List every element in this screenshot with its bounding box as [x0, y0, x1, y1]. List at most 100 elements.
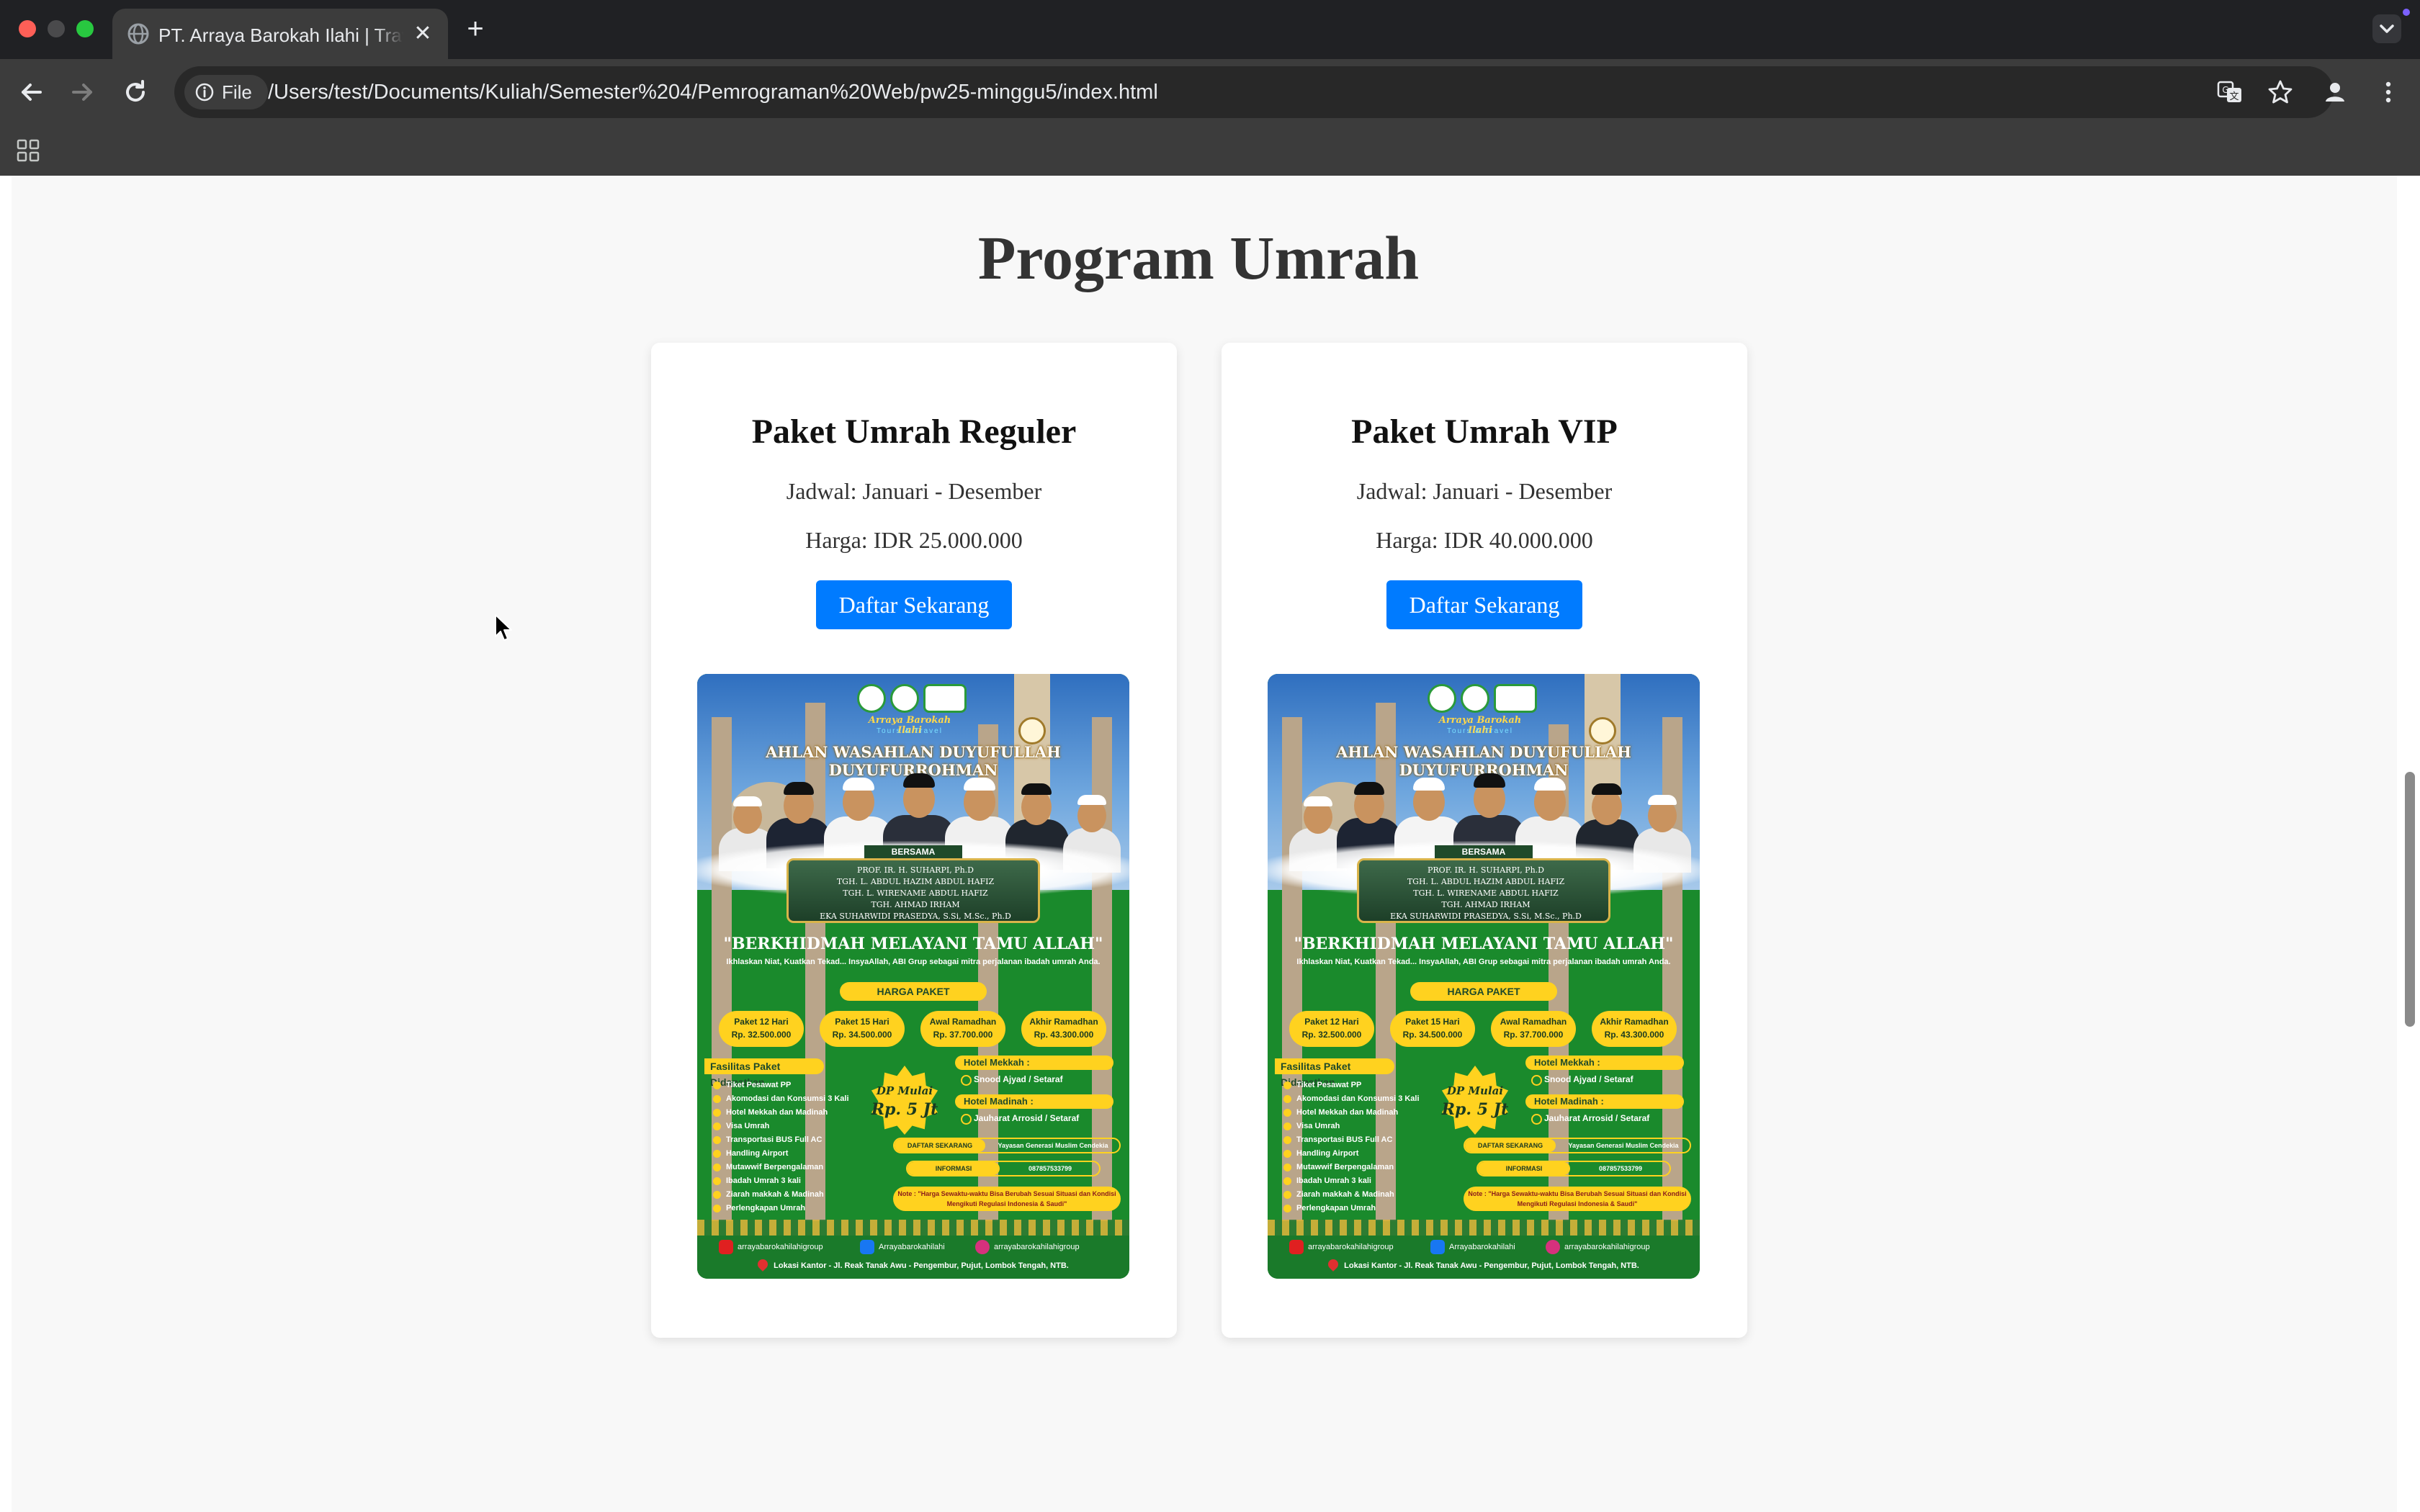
price-pill: Awal Ramadhan Rp. 37.700.000	[1491, 1011, 1576, 1047]
poster-price-heading: HARGA PAKET	[1410, 982, 1557, 1001]
poster-logos	[1428, 684, 1543, 713]
package-schedule: Jadwal: Januari - Desember	[786, 478, 1042, 504]
apps-grid-icon[interactable]	[16, 138, 40, 163]
forward-arrow-icon[interactable]	[65, 75, 99, 109]
package-title: Paket Umrah VIP	[1351, 413, 1618, 451]
poster-slogan-sub: Ikhlaskan Niat, Kuatkan Tekad... InsyaAl…	[1296, 958, 1671, 966]
instagram-icon	[975, 1240, 990, 1254]
poster-note: Note : "Harga Sewaktu-waktu Bisa Berubah…	[893, 1187, 1121, 1211]
url-text[interactable]: /Users/test/Documents/Kuliah/Semester%20…	[268, 78, 1158, 107]
facility-item: Tiket Pesawat PP	[1283, 1079, 1456, 1092]
price-pill-name: Akhir Ramadhan	[1029, 1017, 1098, 1027]
hotel-mekkah-heading: Hotel Mekkah :	[1525, 1056, 1684, 1070]
poster-name: TGH. L. WIRENAME ABDUL HAFIZ	[843, 888, 988, 898]
facility-item: Tiket Pesawat PP	[713, 1079, 886, 1092]
facility-item: Akomodasi dan Konsumsi 3 Kali	[1283, 1092, 1456, 1106]
kebab-menu-icon[interactable]	[2371, 75, 2406, 109]
section-title: Program Umrah	[977, 223, 1420, 292]
price-pill-name: Paket 12 Hari	[734, 1017, 789, 1027]
notification-dot	[2403, 9, 2410, 16]
umrah-poster-image: Arraya Barokah Ilahi Tours & Travel AHLA…	[697, 674, 1129, 1279]
register-value: Yayasan Generasi Muslim Cendekia	[1568, 1142, 1679, 1149]
facility-item: Visa Umrah	[713, 1120, 886, 1133]
poster-bersama: BERSAMA	[864, 845, 962, 858]
info-tag: INFORMASI	[1478, 1162, 1570, 1175]
logo-badge	[890, 684, 919, 713]
info-value: 087857533799	[1028, 1165, 1072, 1172]
poster-price-heading: HARGA PAKET	[840, 982, 987, 1001]
page-scrollbar[interactable]	[2400, 176, 2420, 1512]
poster-name: TGH. AHMAD IRHAM	[871, 900, 960, 909]
scrollbar-thumb[interactable]	[2405, 772, 2415, 1027]
social-youtube-handle: arrayabarokahilahigroup	[738, 1243, 823, 1251]
price-pill-value: Rp. 37.700.000	[933, 1030, 993, 1040]
dp-badge: DP Mulai Rp. 5 Jt	[1440, 1066, 1510, 1135]
profile-avatar-icon[interactable]	[2318, 75, 2352, 109]
reload-icon[interactable]	[118, 75, 153, 109]
hotel-madinah-value: Jauharat Arrosid / Setaraf	[961, 1113, 1119, 1125]
poster-brand-sub: Tours & Travel	[1447, 727, 1513, 735]
price-pill: Awal Ramadhan Rp. 37.700.000	[920, 1011, 1005, 1047]
back-arrow-icon[interactable]	[14, 75, 49, 109]
poster-register-row: DAFTAR SEKARANG Yayasan Generasi Muslim …	[893, 1138, 1121, 1153]
price-pill-value: Rp. 43.300.000	[1604, 1030, 1664, 1040]
poster-info-row: INFORMASI 087857533799	[1476, 1161, 1671, 1176]
tab-search-button[interactable]	[2372, 14, 2401, 43]
bookmarks-bar	[0, 125, 2420, 176]
package-price: Harga: IDR 25.000.000	[805, 527, 1023, 553]
price-pill: Paket 12 Hari Rp. 32.500.000	[719, 1011, 804, 1047]
window-maximize-button[interactable]	[76, 20, 94, 37]
poster-info-row: INFORMASI 087857533799	[906, 1161, 1101, 1176]
facility-item: Perlengkapan Umrah	[713, 1202, 886, 1215]
package-title: Paket Umrah Reguler	[751, 413, 1077, 451]
clock-face	[1589, 717, 1616, 744]
translate-icon[interactable]: 文 G	[2215, 78, 2244, 107]
bookmark-star-icon[interactable]	[2266, 78, 2295, 107]
social-youtube: arrayabarokahilahigroup	[719, 1240, 823, 1254]
poster-ornament	[697, 1220, 1129, 1236]
site-info-chip[interactable]: File	[184, 75, 268, 109]
window-minimize-button[interactable]	[48, 20, 65, 37]
facebook-icon	[860, 1240, 874, 1254]
price-pill-value: Rp. 34.500.000	[832, 1030, 892, 1040]
hotel-madinah-value: Jauharat Arrosid / Setaraf	[1531, 1113, 1690, 1125]
browser-tab[interactable]: PT. Arraya Barokah Ilahi | Travel ✕	[112, 9, 448, 59]
info-tag: INFORMASI	[908, 1162, 1000, 1175]
dp-label: DP Mulai	[876, 1084, 933, 1097]
svg-text:文: 文	[2229, 91, 2238, 102]
youtube-icon	[719, 1240, 733, 1254]
logo-badge	[1494, 684, 1537, 713]
dp-badge: DP Mulai Rp. 5 Jt	[870, 1066, 939, 1135]
poster-name: PROF. IR. H. SUHARPI, Ph.D	[1428, 865, 1544, 875]
poster-name: PROF. IR. H. SUHARPI, Ph.D	[857, 865, 974, 875]
poster-slogan: "BERKHIDMAH MELAYANI TAMU ALLAH"	[723, 935, 1103, 953]
price-pill-value: Rp. 37.700.000	[1503, 1030, 1564, 1040]
location-pin-icon	[1326, 1257, 1341, 1272]
poster-slogan-sub: Ikhlaskan Niat, Kuatkan Tekad... InsyaAl…	[726, 958, 1101, 966]
dp-amount: Rp. 5 Jt	[871, 1100, 938, 1119]
price-pill: Akhir Ramadhan Rp. 43.300.000	[1021, 1011, 1106, 1047]
facility-item: Ziarah makkah & Madinah	[1283, 1188, 1456, 1202]
facility-item: Handling Airport	[1283, 1147, 1456, 1161]
register-button[interactable]: Daftar Sekarang	[1386, 580, 1582, 629]
tab-title: PT. Arraya Barokah Ilahi | Travel	[158, 23, 403, 48]
social-instagram: arrayabarokahilahigroup	[975, 1240, 1080, 1254]
facility-item: Hotel Mekkah dan Madinah	[1283, 1106, 1456, 1120]
poster-note: Note : "Harga Sewaktu-waktu Bisa Berubah…	[1464, 1187, 1691, 1211]
poster-name: EKA SUHARWIDI PRASEDYA, S.Si, M.Sc., Ph.…	[1390, 912, 1582, 921]
site-info-label: File	[222, 81, 252, 103]
tab-close-icon[interactable]: ✕	[411, 22, 435, 46]
facility-item: Akomodasi dan Konsumsi 3 Kali	[713, 1092, 886, 1106]
globe-icon	[127, 23, 149, 45]
facebook-icon	[1430, 1240, 1445, 1254]
dp-label: DP Mulai	[1446, 1084, 1504, 1097]
new-tab-button[interactable]: +	[461, 14, 490, 43]
social-facebook: Arrayabarokahilahi	[1430, 1240, 1515, 1254]
hotel-madinah-heading: Hotel Madinah :	[1525, 1094, 1684, 1109]
register-button[interactable]: Daftar Sekarang	[816, 580, 1012, 629]
address-bar[interactable]: File /Users/test/Documents/Kuliah/Semest…	[174, 66, 2334, 118]
window-close-button[interactable]	[19, 20, 36, 37]
poster-name: TGH. L. WIRENAME ABDUL HAFIZ	[1413, 888, 1559, 898]
dp-amount: Rp. 5 Jt	[1441, 1100, 1509, 1119]
facility-item: Mutawwif Berpengalaman	[713, 1161, 886, 1174]
